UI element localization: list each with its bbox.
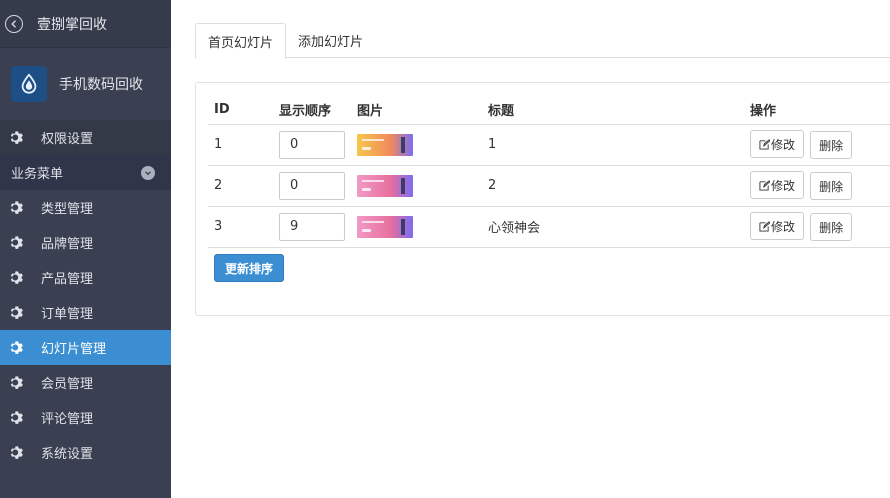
- sidebar-item-label: 会员管理: [41, 377, 94, 392]
- table-row: 1 1 修改 删除: [208, 124, 890, 166]
- edit-button[interactable]: 修改: [750, 130, 805, 158]
- row-id: 2: [208, 165, 273, 207]
- row-image-cell: [351, 165, 482, 207]
- drop-logo-icon: [11, 66, 47, 102]
- sidebar-group-business[interactable]: 业务菜单: [0, 155, 171, 190]
- column-header-actions: 操作: [744, 95, 890, 125]
- sidebar-item-label: 类型管理: [41, 202, 94, 217]
- sidebar-group-label: 业务菜单: [11, 167, 64, 182]
- sidebar-item-slides[interactable]: 幻灯片管理: [0, 330, 171, 365]
- gear-icon: [10, 411, 23, 424]
- delete-button[interactable]: 删除: [810, 131, 853, 159]
- sidebar-item-products[interactable]: 产品管理: [0, 260, 171, 295]
- row-title: 1: [482, 124, 744, 166]
- sidebar-item-types[interactable]: 类型管理: [0, 190, 171, 225]
- main-content: 首页幻灯片 添加幻灯片 ID 显示顺序 图片 标题 操作 1 0 1 修改 删除…: [171, 0, 890, 498]
- row-actions: 修改 删除: [744, 165, 890, 207]
- row-title: 心领神会: [482, 206, 744, 248]
- slides-panel: ID 显示顺序 图片 标题 操作 1 0 1 修改 删除 2 0 2 修改 删除…: [195, 82, 890, 316]
- edit-button-label: 修改: [771, 219, 796, 234]
- update-order-button[interactable]: 更新排序: [214, 254, 285, 282]
- app-title: 壹捌掌回收: [37, 16, 107, 33]
- delete-button[interactable]: 删除: [810, 213, 853, 241]
- gear-icon: [10, 236, 23, 249]
- tab-home-slides[interactable]: 首页幻灯片: [195, 23, 287, 59]
- gear-icon: [10, 271, 23, 284]
- tab-add-slide[interactable]: 添加幻灯片: [286, 23, 375, 58]
- edit-button-label: 修改: [771, 137, 796, 152]
- gear-icon: [10, 376, 23, 389]
- sidebar: 壹捌掌回收 手机数码回收 权限设置 业务菜单 类型管理 品牌管理 产品管理 订单…: [0, 0, 171, 498]
- sidebar-item-members[interactable]: 会员管理: [0, 365, 171, 400]
- tab-bar: 首页幻灯片 添加幻灯片: [195, 23, 890, 59]
- edit-button[interactable]: 修改: [750, 212, 805, 240]
- sidebar-item-permissions[interactable]: 权限设置: [0, 120, 171, 155]
- row-actions: 修改 删除: [744, 124, 890, 166]
- slide-thumbnail: [357, 174, 413, 197]
- slide-thumbnail: [357, 133, 413, 156]
- back-icon[interactable]: [5, 14, 23, 33]
- sidebar-item-orders[interactable]: 订单管理: [0, 295, 171, 330]
- edit-button-label: 修改: [771, 178, 796, 193]
- slide-thumbnail: [357, 215, 413, 238]
- column-header-title: 标题: [482, 95, 744, 125]
- column-header-image: 图片: [351, 95, 482, 125]
- row-image-cell: [351, 124, 482, 166]
- sidebar-item-label: 权限设置: [41, 132, 94, 147]
- sidebar-item-label: 产品管理: [41, 272, 94, 287]
- table-header-row: ID 显示顺序 图片 标题 操作: [208, 95, 890, 125]
- row-order-cell: [273, 124, 351, 166]
- edit-icon: [759, 179, 770, 191]
- edit-button[interactable]: 修改: [750, 171, 805, 199]
- gear-icon: [10, 131, 23, 144]
- sidebar-item-label: 品牌管理: [41, 237, 94, 252]
- brand: 手机数码回收: [0, 48, 171, 120]
- gear-icon: [10, 201, 23, 214]
- row-id: 1: [208, 124, 273, 166]
- row-order-cell: [273, 206, 351, 248]
- slides-table: ID 显示顺序 图片 标题 操作 1 0 1 修改 删除 2 0 2 修改 删除…: [208, 95, 890, 248]
- row-title: 2: [482, 165, 744, 207]
- order-input[interactable]: [279, 212, 345, 241]
- table-row: 3 心领神会 修改 删除: [208, 206, 890, 248]
- row-id: 3: [208, 206, 273, 248]
- delete-button[interactable]: 删除: [810, 172, 853, 200]
- column-header-id: ID: [208, 95, 273, 125]
- sidebar-item-label: 订单管理: [41, 307, 94, 322]
- sidebar-header: 壹捌掌回收: [0, 0, 171, 48]
- sidebar-item-label: 评论管理: [41, 412, 94, 427]
- sidebar-item-brands[interactable]: 品牌管理: [0, 225, 171, 260]
- sidebar-item-settings[interactable]: 系统设置: [0, 435, 171, 470]
- sidebar-item-label: 系统设置: [41, 447, 94, 462]
- chevron-down-icon: [141, 165, 155, 180]
- edit-icon: [759, 138, 770, 150]
- gear-icon: [10, 341, 23, 354]
- gear-icon: [10, 446, 23, 459]
- sidebar-item-comments[interactable]: 评论管理: [0, 400, 171, 435]
- table-row: 2 2 修改 删除: [208, 165, 890, 207]
- order-input[interactable]: [279, 171, 345, 200]
- column-header-order: 显示顺序: [273, 95, 351, 125]
- brand-name: 手机数码回收: [59, 77, 143, 93]
- row-actions: 修改 删除: [744, 206, 890, 248]
- gear-icon: [10, 306, 23, 319]
- row-order-cell: [273, 165, 351, 207]
- order-input[interactable]: [279, 130, 345, 159]
- row-image-cell: [351, 206, 482, 248]
- edit-icon: [759, 220, 770, 232]
- sidebar-item-label: 幻灯片管理: [41, 342, 107, 357]
